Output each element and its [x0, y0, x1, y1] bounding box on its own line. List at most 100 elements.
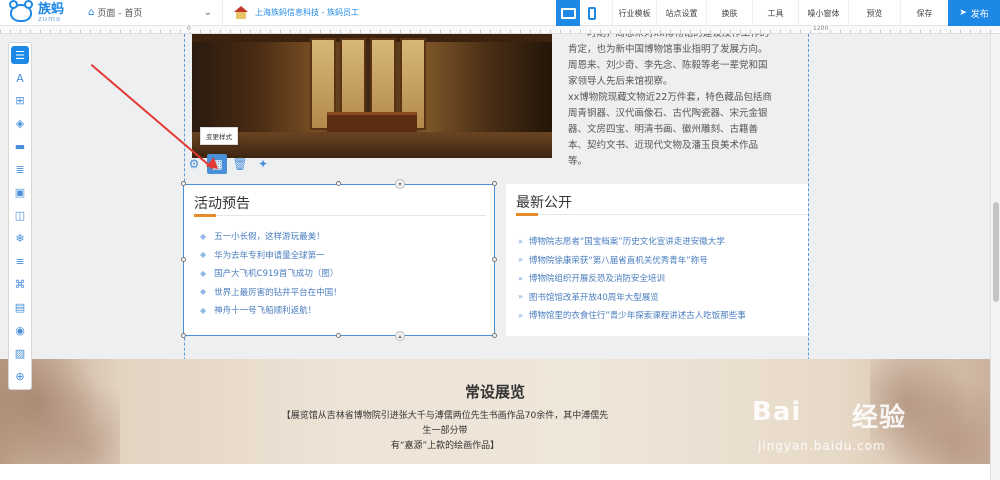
baidu-watermark: Bai 经验 jingyan.baidu.com	[752, 397, 987, 467]
phone-icon	[588, 6, 596, 20]
magic-wand-icon[interactable]: ✦	[253, 154, 273, 174]
image-text-icon[interactable]: ⊞	[11, 91, 29, 109]
chevron-down-icon: ⌄	[203, 7, 212, 18]
trash-icon[interactable]: 🗑	[230, 154, 250, 174]
ruler-label-start: 0	[186, 25, 192, 32]
museum-intro-text: 一一时期，周恩来对xx博物馆的建设及作工作的 肯定，也为新中国博物馆事业指明了发…	[568, 34, 800, 170]
gallery-icon[interactable]: ▣	[11, 183, 29, 201]
resize-handle[interactable]	[181, 181, 186, 186]
resize-handle[interactable]	[181, 257, 186, 262]
event-link[interactable]: 神舟十一号飞船顺利返航！	[214, 304, 316, 316]
intro-line: 等。	[568, 156, 588, 167]
intro-line: 家领导人先后来馆视察。	[568, 76, 673, 87]
resize-handle[interactable]	[492, 181, 497, 186]
shapes-icon[interactable]: ◈	[11, 114, 29, 132]
event-link[interactable]: 国产大飞机C919首飞成功（图）	[214, 267, 338, 279]
exhibit-description: 【展览馆从吉林省博物院引进张大千与溥儒两位先生书画作品70余件，其中溥儒先生一部…	[280, 409, 610, 454]
list-item[interactable]: » 博物院志愿者“国宝档案”历史文化宣讲走进安徽大学	[518, 232, 746, 251]
list-item[interactable]: » 博物馆里的衣食住行”青少年探索课程讲述古人吃饭那些事	[518, 306, 746, 325]
news-link[interactable]: 图书馆馆改革开放40周年大型展览	[529, 291, 659, 303]
form-icon[interactable]: ≡	[11, 252, 29, 270]
menu-preview[interactable]: 预览	[848, 0, 900, 26]
scrollbar-thumb[interactable]	[993, 202, 999, 302]
list-item[interactable]: » 博物院徐康荣获“第八届省直机关优秀青年”称号	[518, 251, 746, 270]
change-style-tooltip: 变更样式	[200, 127, 238, 145]
watermark-text: Bai	[752, 397, 802, 427]
device-switcher	[556, 0, 612, 26]
title-accent-bar	[516, 213, 538, 216]
site-info[interactable]: 上海族蚂信息科技 - 族蚂员工	[233, 5, 359, 20]
menu-tools[interactable]: 工具	[752, 0, 798, 26]
bag-icon[interactable]: ◫	[11, 206, 29, 224]
list-item[interactable]: ◆ 神舟十一号飞船顺利返航！	[200, 301, 342, 320]
picture-icon[interactable]: ▨	[11, 344, 29, 362]
watermark-url: jingyan.baidu.com	[758, 439, 886, 453]
menu-site-settings[interactable]: 站点设置	[656, 0, 706, 26]
drag-down-handle[interactable]: ▾	[395, 179, 405, 189]
news-link[interactable]: 博物院组织开展反恐及消防安全培训	[529, 272, 665, 284]
ant-logo-icon	[9, 0, 33, 22]
ruler-label-end: 1200	[812, 25, 830, 32]
resize-handle[interactable]	[336, 333, 341, 338]
editor-canvas[interactable]: 一一时期，周恩来对xx博物馆的建设及作工作的 肯定，也为新中国博物馆事业指明了发…	[0, 34, 990, 480]
intro-line: 周恩来、刘少奇、李先念、陈毅等老一辈党和国	[568, 60, 768, 71]
resize-handle[interactable]	[492, 257, 497, 262]
list-item[interactable]: » 图书馆馆改革开放40周年大型展览	[518, 288, 746, 307]
intro-line: xx博物院现藏文物近22万件套，特色藏品包括商	[568, 92, 772, 103]
news-link[interactable]: 博物馆里的衣食住行”青少年探索课程讲述古人吃饭那些事	[529, 309, 746, 321]
next-section	[0, 464, 990, 480]
video-icon[interactable]: ◉	[11, 321, 29, 339]
watermark-text-2: 经验	[852, 403, 907, 433]
event-link[interactable]: 世界上最厉害的钻井平台在中国！	[214, 286, 342, 298]
title-divider	[516, 214, 808, 215]
resize-handle[interactable]	[181, 333, 186, 338]
list-item[interactable]: » 博物院组织开展反恐及消防安全培训	[518, 269, 746, 288]
exhibit-desc-line: 【展览馆从吉林省博物院引进张大千与溥儒两位先生书画作品70余件，其中溥儒先生一部…	[281, 411, 609, 436]
site-name: 上海族蚂信息科技 - 族蚂员工	[255, 8, 359, 17]
menu-industry-templates[interactable]: 行业模板	[612, 0, 656, 26]
monitor-icon	[560, 7, 576, 19]
page-select-label: 页面 - 首页	[97, 9, 143, 19]
title-accent-bar	[194, 214, 216, 217]
snowflake-icon[interactable]: ❄	[11, 229, 29, 247]
news-link[interactable]: 博物院志愿者“国宝档案”历史文化宣讲走进安徽大学	[529, 235, 725, 247]
article-icon[interactable]: ▤	[11, 298, 29, 316]
event-link[interactable]: 五一小长假，这样游玩最美！	[214, 230, 325, 242]
list-item[interactable]: ◆ 五一小长假，这样游玩最美！	[200, 227, 342, 246]
vertical-scrollbar[interactable]	[990, 34, 1000, 480]
desktop-view-button[interactable]	[556, 0, 580, 26]
menu-save[interactable]: 保存	[900, 0, 948, 26]
mobile-view-button[interactable]	[580, 0, 604, 26]
news-title: 最新公开	[516, 195, 572, 211]
exhibit-desc-line: 有“嘉源”上款的绘画作品】	[390, 441, 500, 451]
intro-line: 本、契约文书、近现代文物及潘玉良美术作品	[568, 140, 759, 151]
text-icon[interactable]: A	[11, 69, 29, 87]
menu-small-window[interactable]: 噪小窗体	[798, 0, 848, 26]
camera-icon[interactable]: ⌘	[11, 275, 29, 293]
list-item[interactable]: ◆ 世界上最厉害的钻井平台在中国！	[200, 283, 342, 302]
news-list: » 博物院志愿者“国宝档案”历史文化宣讲走进安徽大学 » 博物院徐康荣获“第八届省直…	[518, 232, 746, 325]
home-icon: ⌂	[88, 7, 95, 18]
list-icon[interactable]: ☰	[11, 46, 29, 64]
title-divider	[194, 215, 486, 216]
menu-skin[interactable]: 换肤	[706, 0, 752, 26]
news-link[interactable]: 博物院徐康荣获“第八届省直机关优秀青年”称号	[529, 254, 708, 266]
page-select[interactable]: ⌂ 页面 - 首页 ⌄	[88, 0, 223, 26]
intro-line: 肯定，也为新中国博物馆事业指明了发展方向。	[568, 44, 768, 55]
event-link[interactable]: 华为去年专利申请量全球第一	[214, 249, 325, 261]
search-zoom-icon[interactable]: ⊕	[11, 367, 29, 385]
resize-handle[interactable]	[492, 333, 497, 338]
museum-interior-image[interactable]	[192, 34, 552, 158]
list-item[interactable]: ◆ 华为去年专利申请量全球第一	[200, 246, 342, 265]
logo-text: 族蚂	[38, 1, 65, 17]
resize-handle[interactable]	[336, 181, 341, 186]
news-module[interactable]: 最新公开 » 博物院志愿者“国宝档案”历史文化宣讲走进安徽大学 » 博物院徐康荣获“…	[506, 184, 808, 336]
exhibit-banner[interactable]: 常设展览 【展览馆从吉林省博物院引进张大千与溥儒两位先生书画作品70余件，其中溥…	[0, 359, 990, 464]
divider-icon[interactable]: ▬	[11, 137, 29, 155]
drag-up-handle[interactable]: ▴	[395, 331, 405, 341]
events-module[interactable]: 活动预告 ◆ 五一小长假，这样游玩最美！ ◆ 华为去年专利申请量全球第一 ◆ 国产大飞…	[183, 184, 495, 336]
logo[interactable]: 族蚂 zuma	[0, 0, 80, 26]
publish-button[interactable]: ➤ 发布	[948, 0, 1000, 26]
bullet-list-icon[interactable]: ≣	[11, 160, 29, 178]
list-item[interactable]: ◆ 国产大飞机C919首飞成功（图）	[200, 264, 342, 283]
